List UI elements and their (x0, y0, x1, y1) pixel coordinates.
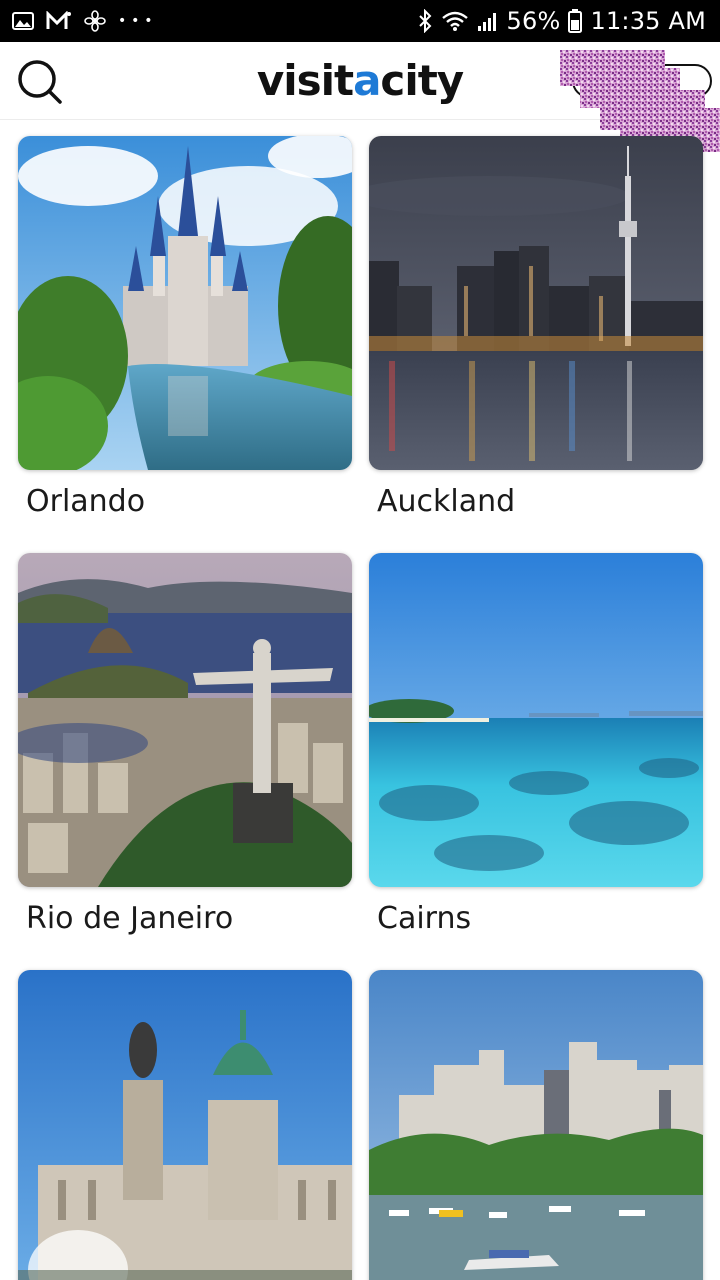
city-image-orlando (18, 136, 352, 470)
city-image-auckland (369, 136, 703, 470)
city-image-cairns (369, 553, 703, 887)
city-card-6[interactable] (369, 970, 703, 1280)
search-icon (18, 60, 62, 104)
city-card-cairns[interactable]: Cairns (369, 553, 703, 936)
search-button[interactable] (14, 56, 66, 108)
app-header: visitacity (0, 42, 720, 120)
signal-icon (477, 10, 499, 32)
wifi-icon (441, 10, 469, 32)
logo-part-city: city (380, 56, 464, 105)
city-card-auckland[interactable]: Auckland (369, 136, 703, 519)
city-grid: Orlando Auckland Rio de Janeiro Cairns (0, 120, 720, 1280)
city-card-rio-de-janeiro[interactable]: Rio de Janeiro (18, 553, 352, 936)
header-action-button[interactable] (572, 64, 712, 98)
city-image-6 (369, 970, 703, 1280)
status-bar: • • • 56% 11:35 AM (0, 0, 720, 42)
city-name: Rio de Janeiro (26, 901, 234, 936)
battery-icon (568, 9, 583, 33)
gmail-icon (46, 11, 72, 31)
city-name: Cairns (377, 901, 472, 936)
system-status: 56% 11:35 AM (417, 7, 706, 35)
image-icon (12, 11, 34, 31)
logo-part-visit: visit (256, 56, 354, 105)
logo-accent-letter: a (353, 56, 381, 105)
city-image-rio-de-janeiro (18, 553, 352, 887)
more-dots-icon: • • • (118, 13, 153, 29)
bluetooth-icon (417, 9, 433, 33)
city-card-orlando[interactable]: Orlando (18, 136, 352, 519)
clock: 11:35 AM (590, 7, 706, 35)
battery-percent: 56% (506, 7, 561, 35)
city-card-5[interactable] (18, 970, 352, 1280)
city-name: Orlando (26, 484, 146, 519)
fan-icon (84, 10, 106, 32)
notification-area: • • • (12, 10, 153, 32)
city-image-5 (18, 970, 352, 1280)
city-name: Auckland (377, 484, 516, 519)
